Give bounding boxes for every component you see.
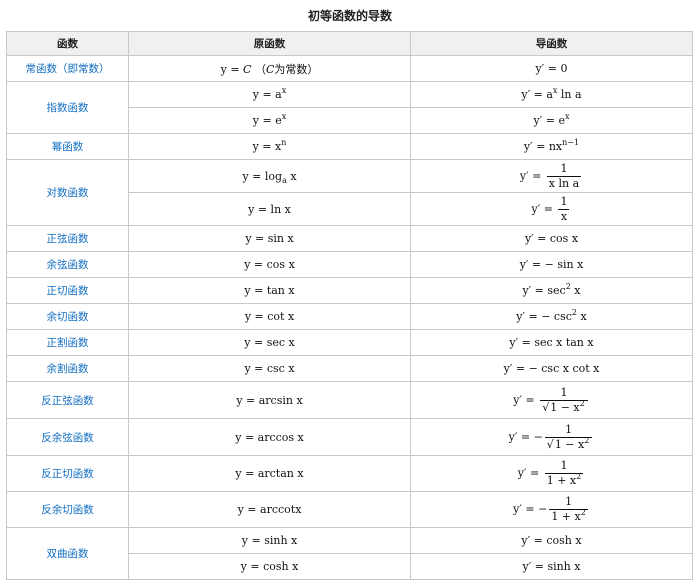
derivative-formula: y′ = 1x ln a (410, 159, 693, 193)
function-name-link[interactable]: 反正弦函数 (6, 381, 129, 419)
function-name-link[interactable]: 反正切函数 (6, 455, 129, 492)
original-formula: y = tan x (128, 277, 411, 304)
table-row: 对数函数 y = loga x y′ = 1x ln a (6, 159, 693, 226)
table-row: 反余切函数 y = arccotx y′ = −1 1 + x2 (6, 491, 693, 528)
function-name-link[interactable]: 对数函数 (6, 159, 129, 226)
original-formula: y = ax (128, 81, 411, 108)
derivative-formula: y′ = 1 √1 − x2 (410, 381, 693, 419)
original-formula: y = loga x (128, 159, 411, 193)
original-formula: y = cos x (128, 251, 411, 278)
original-formula: y = ex (128, 107, 411, 134)
function-name-link[interactable]: 反余切函数 (6, 491, 129, 528)
header-row: 函数 原函数 导函数 (6, 31, 693, 56)
fraction: 1 √1 − x2 (544, 423, 593, 452)
original-formula: y = arctan x (128, 455, 411, 492)
original-formula: y = arccos x (128, 418, 411, 456)
derivative-formula: y′ = sinh x (410, 553, 693, 580)
function-name-link[interactable]: 正切函数 (6, 277, 129, 304)
table-caption: 初等函数的导数 (307, 9, 392, 23)
original-formula: y = C （C为常数） (128, 55, 411, 82)
function-name-link[interactable]: 正弦函数 (6, 225, 129, 252)
derivative-formula: y′ = −1 1 + x2 (410, 491, 693, 528)
table-row: 幂函数 y = xn y′ = nxn−1 (6, 133, 693, 160)
derivative-formula: y′ = ex (410, 107, 693, 134)
square-root: √1 − x2 (542, 398, 586, 414)
original-formula: y = sinh x (128, 527, 411, 554)
derivative-formula: y′ = − csc x cot x (410, 355, 693, 382)
derivative-formula: y′ = − csc2 x (410, 303, 693, 330)
original-formula: y = xn (128, 133, 411, 160)
table-row: 反正切函数 y = arctan x y′ = 11 + x2 (6, 455, 693, 492)
original-formula: y = csc x (128, 355, 411, 382)
function-name-link[interactable]: 余割函数 (6, 355, 129, 382)
original-formula: y = sin x (128, 225, 411, 252)
table-row: 双曲函数 y = sinh x y′ = cosh x (6, 527, 693, 580)
fraction: 11 + x2 (549, 495, 588, 523)
derivative-formula: y′ = nxn−1 (410, 133, 693, 160)
header-original: 原函数 (128, 31, 411, 56)
square-root: √1 − x2 (546, 435, 591, 451)
table-row: 余切函数 y = cot x y′ = − csc2 x (6, 303, 693, 330)
header-derivative: 导函数 (410, 31, 693, 56)
function-name-link[interactable]: 正割函数 (6, 329, 129, 356)
function-name-link[interactable]: 指数函数 (6, 81, 129, 134)
derivative-formula: y′ = ax ln a (410, 81, 693, 108)
fraction: 1x (558, 194, 570, 223)
derivative-formula: y′ = sec2 x (410, 277, 693, 304)
table-row: 反正弦函数 y = arcsin x y′ = 1 √1 − x2 (6, 381, 693, 419)
function-name-link[interactable]: 余弦函数 (6, 251, 129, 278)
table-row: 常函数（即常数） y = C （C为常数） y′ = 0 (6, 55, 693, 82)
derivative-formula: y′ = −1 √1 − x2 (410, 418, 693, 456)
table-row: 正割函数 y = sec x y′ = sec x tan x (6, 329, 693, 356)
original-formula: y = arcsin x (128, 381, 411, 419)
original-formula: y = ln x (128, 192, 411, 226)
derivative-formula: y′ = 1x (410, 192, 693, 226)
function-name-link[interactable]: 反余弦函数 (6, 418, 129, 456)
fraction: 11 + x2 (544, 459, 584, 487)
function-name-link[interactable]: 常函数（即常数） (6, 55, 129, 82)
table-row: 正切函数 y = tan x y′ = sec2 x (6, 277, 693, 304)
table-row: 指数函数 y = ax y′ = ax ln a (6, 81, 693, 134)
original-formula: y = cot x (128, 303, 411, 330)
header-function: 函数 (6, 31, 129, 56)
derivatives-table: 函数 原函数 导函数 常函数（即常数） y = C （C为常数） y′ = 0 … (6, 31, 693, 580)
derivative-formula: y′ = − sin x (410, 251, 693, 278)
derivative-formula: y′ = cos x (410, 225, 693, 252)
function-name-link[interactable]: 幂函数 (6, 133, 129, 160)
derivative-formula: y′ = 11 + x2 (410, 455, 693, 492)
original-formula: y = sec x (128, 329, 411, 356)
table-row: 余割函数 y = csc x y′ = − csc x cot x (6, 355, 693, 382)
fraction: 1x ln a (546, 161, 582, 190)
derivative-formula: y′ = 0 (410, 55, 693, 82)
table-row: 正弦函数 y = sin x y′ = cos x (6, 225, 693, 252)
function-name-link[interactable]: 余切函数 (6, 303, 129, 330)
original-formula: y = cosh x (128, 553, 411, 580)
fraction: 1 √1 − x2 (540, 386, 588, 415)
original-formula: y = arccotx (128, 491, 411, 528)
function-name-link[interactable]: 双曲函数 (6, 527, 129, 580)
table-row: 反余弦函数 y = arccos x y′ = −1 √1 − x2 (6, 418, 693, 456)
table-row: 余弦函数 y = cos x y′ = − sin x (6, 251, 693, 278)
derivative-formula: y′ = sec x tan x (410, 329, 693, 356)
derivative-formula: y′ = cosh x (410, 527, 693, 554)
